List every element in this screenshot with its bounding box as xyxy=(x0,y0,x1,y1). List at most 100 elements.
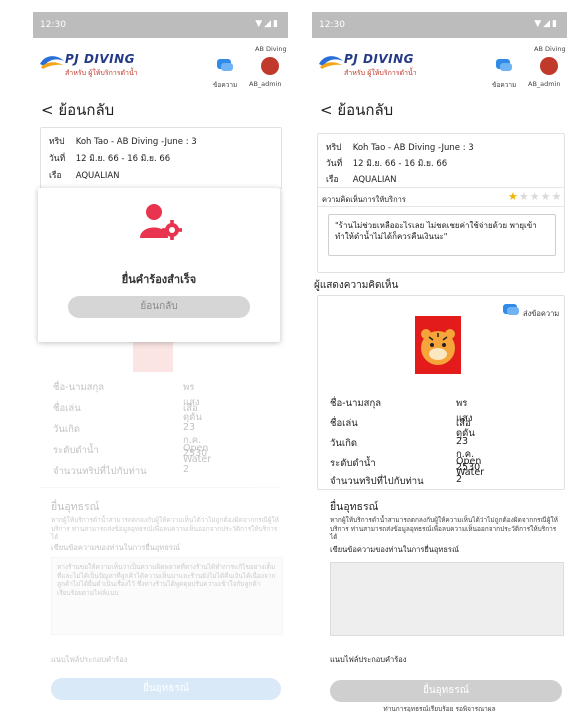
shop-name: AB Diving xyxy=(534,45,566,53)
success-modal: ยื่นคำร้องสำเร็จ ย้อนกลับ xyxy=(38,188,280,342)
message-icon[interactable] xyxy=(216,58,234,74)
status-time: 12:30 xyxy=(319,20,345,30)
rating-stars: ★★★★★ xyxy=(508,190,562,203)
trip-value: Koh Tao - AB Diving -June : 3 xyxy=(352,143,474,153)
appeal-write-label: เขียนข้อความของท่านในการยื่นอุทธรณ์ xyxy=(51,543,180,552)
logo-icon xyxy=(40,56,64,69)
review-comment: "ร้านไม่ช่วยเหลืออะไรเลย ไม่ชดเชยค่าใช้จ… xyxy=(335,221,537,241)
reviewer-avatar xyxy=(133,342,173,372)
status-bar: 12:30 ▼◢▮ xyxy=(312,12,567,38)
appeal-textarea[interactable]: ทางร้านขอให้ความเห็นว่าเป็นความผิดพลาดที… xyxy=(51,557,283,635)
trip-row: ทริป Koh Tao - AB Diving -June : 3 xyxy=(49,134,197,148)
divider xyxy=(318,187,564,188)
back-link[interactable]: < ย้อนกลับ xyxy=(41,98,114,122)
date-value: 12 มิ.ย. 66 - 16 มิ.ย. 66 xyxy=(75,154,171,164)
boat-value: AQUALIAN xyxy=(352,175,397,185)
submit-appeal-button[interactable]: ยื่นอุทธรณ์ xyxy=(330,680,562,702)
trip-value: Koh Tao - AB Diving -June : 3 xyxy=(75,137,197,147)
field-key: จำนวนทริปที่ไปกับท่าน xyxy=(330,476,424,487)
trip-key: ทริป xyxy=(326,143,342,153)
field-key: ชื่อ-นามสกุล xyxy=(53,382,105,393)
reviewer-field: ระดับดำน้ำ Open Water xyxy=(330,456,484,478)
boat-key: เรือ xyxy=(49,171,62,181)
avatar[interactable] xyxy=(540,57,558,75)
field-key: วันเกิด xyxy=(330,438,357,449)
appeal-textarea[interactable] xyxy=(330,562,564,636)
divider xyxy=(40,487,280,488)
brand-subtitle: สำหรับ ผู้ให้บริการดำน้ำ xyxy=(65,69,138,77)
signal-battery-icon: ▼◢▮ xyxy=(534,19,559,29)
divider xyxy=(318,206,564,207)
brand-name: PJ DIVING xyxy=(65,52,136,66)
message-label[interactable]: ข้อความ xyxy=(492,80,516,90)
appeal-title: ยื่นอุทธรณ์ xyxy=(330,501,379,513)
reviewer-field: ชื่อ-นามสกุล พรแสง ดุดัน xyxy=(53,380,202,423)
submit-appeal-button[interactable]: ยื่นอุทธรณ์ xyxy=(51,678,281,700)
logo-icon xyxy=(319,56,343,69)
shop-name: AB Diving xyxy=(255,45,287,53)
reviewer-field: ชื่อเล่น เสือ xyxy=(53,401,198,416)
reviewer-field: วันเกิด 23 ก.ค. 2530 xyxy=(330,436,480,473)
field-key: ระดับดำน้ำ xyxy=(330,458,376,469)
appeal-text: ทางร้านขอให้ความเห็นว่าเป็นความผิดพลาดที… xyxy=(57,563,276,597)
appeal-write-label: เขียนข้อความของท่านในการยื่นอุทธรณ์ xyxy=(330,545,459,554)
attach-file-link[interactable]: แนบไฟล์ประกอบคำร้อง xyxy=(51,654,127,666)
field-key: วันเกิด xyxy=(53,424,80,435)
message-icon[interactable] xyxy=(495,58,513,74)
send-message-link[interactable]: ส่งข้อความ xyxy=(523,308,559,320)
field-value: Open Water xyxy=(183,443,212,465)
appeal-description: หากผู้ให้บริการดำน้ำสามารถตกลงกับผู้ให้ค… xyxy=(51,516,279,541)
message-label[interactable]: ข้อความ xyxy=(213,80,237,90)
field-key: ชื่อ-นามสกุล xyxy=(330,398,382,409)
status-bar: 12:30 ▼◢▮ xyxy=(33,12,288,38)
star-icon: ★ xyxy=(508,190,519,203)
reviewer-field: จำนวนทริปที่ไปกับท่าน 2 xyxy=(53,464,189,479)
field-value: 2 xyxy=(456,474,463,485)
role-label[interactable]: AB_admin xyxy=(249,80,282,88)
date-key: วันที่ xyxy=(326,159,343,169)
field-key: ชื่อเล่น xyxy=(330,418,358,429)
reviewer-field: จำนวนทริปที่ไปกับท่าน 2 xyxy=(330,474,462,489)
role-label[interactable]: AB_admin xyxy=(528,80,561,88)
reviewer-photo xyxy=(415,316,461,374)
avatar[interactable] xyxy=(261,57,279,75)
field-key: จำนวนทริปที่ไปกับท่าน xyxy=(53,466,147,477)
boat-row: เรือ AQUALIAN xyxy=(49,168,120,182)
review-comment-box: "ร้านไม่ช่วยเหลืออะไรเลย ไม่ชดเชยค่าใช้จ… xyxy=(328,214,556,256)
brand-subtitle: สำหรับ ผู้ให้บริการดำน้ำ xyxy=(344,69,417,77)
user-settings-icon xyxy=(140,204,182,240)
appeal-title: ยื่นอุทธรณ์ xyxy=(51,501,100,513)
signal-battery-icon: ▼◢▮ xyxy=(255,19,280,29)
modal-back-button[interactable]: ย้อนกลับ xyxy=(68,296,250,318)
reviewer-card: ส่งข้อความ ชื่อ-นามสกุล พรแสง ดุดัน ชื่อเ… xyxy=(317,295,565,490)
chat-icon[interactable] xyxy=(502,303,520,318)
field-value: เสือ xyxy=(183,403,198,414)
phone-screen-left: 12:30 ▼◢▮ PJ DIVING สำหรับ ผู้ให้บริการด… xyxy=(33,12,288,712)
boat-value: AQUALIAN xyxy=(75,171,120,181)
app-header: PJ DIVING สำหรับ ผู้ให้บริการดำน้ำ ข้อคว… xyxy=(33,38,288,92)
review-label: ความคิดเห็นการให้บริการ xyxy=(322,195,406,204)
back-link[interactable]: < ย้อนกลับ xyxy=(320,98,393,122)
field-key: ชื่อเล่น xyxy=(53,403,81,414)
field-key: ระดับดำน้ำ xyxy=(53,445,99,456)
reviewer-section-title: ผู้แสดงความคิดเห็น xyxy=(314,280,399,291)
attach-file-link[interactable]: แนบไฟล์ประกอบคำร้อง xyxy=(330,654,406,666)
trip-info-card: ทริป Koh Tao - AB Diving -June : 3 วันที… xyxy=(40,127,282,189)
status-time: 12:30 xyxy=(40,20,66,30)
phone-screen-right: 12:30 ▼◢▮ PJ DIVING สำหรับ ผู้ให้บริการด… xyxy=(312,12,567,712)
trip-row: ทริป Koh Tao - AB Diving -June : 3 xyxy=(326,140,474,154)
star-icon: ★★★★ xyxy=(518,190,563,203)
reviewer-field: ชื่อ-นามสกุล พรแสง ดุดัน xyxy=(330,396,475,439)
appeal-status-note: ท่านการอุทธรณ์เรียบร้อย รอพิจารณาผล xyxy=(383,705,496,712)
modal-title: ยื่นคำร้องสำเร็จ xyxy=(121,273,197,286)
date-key: วันที่ xyxy=(49,154,66,164)
date-value: 12 มิ.ย. 66 - 16 มิ.ย. 66 xyxy=(352,159,448,169)
reviewer-field: ระดับดำน้ำ Open Water xyxy=(53,443,211,465)
app-header: PJ DIVING สำหรับ ผู้ให้บริการดำน้ำ ข้อคว… xyxy=(312,38,567,92)
boat-key: เรือ xyxy=(326,175,339,185)
trip-key: ทริป xyxy=(49,137,65,147)
reviewer-field: วันเกิด 23 ก.ค. 2530 xyxy=(53,422,207,459)
date-row: วันที่ 12 มิ.ย. 66 - 16 มิ.ย. 66 xyxy=(49,151,170,165)
reviewer-field: ชื่อเล่น เสือ xyxy=(330,416,471,431)
field-value: 2 xyxy=(183,464,190,475)
